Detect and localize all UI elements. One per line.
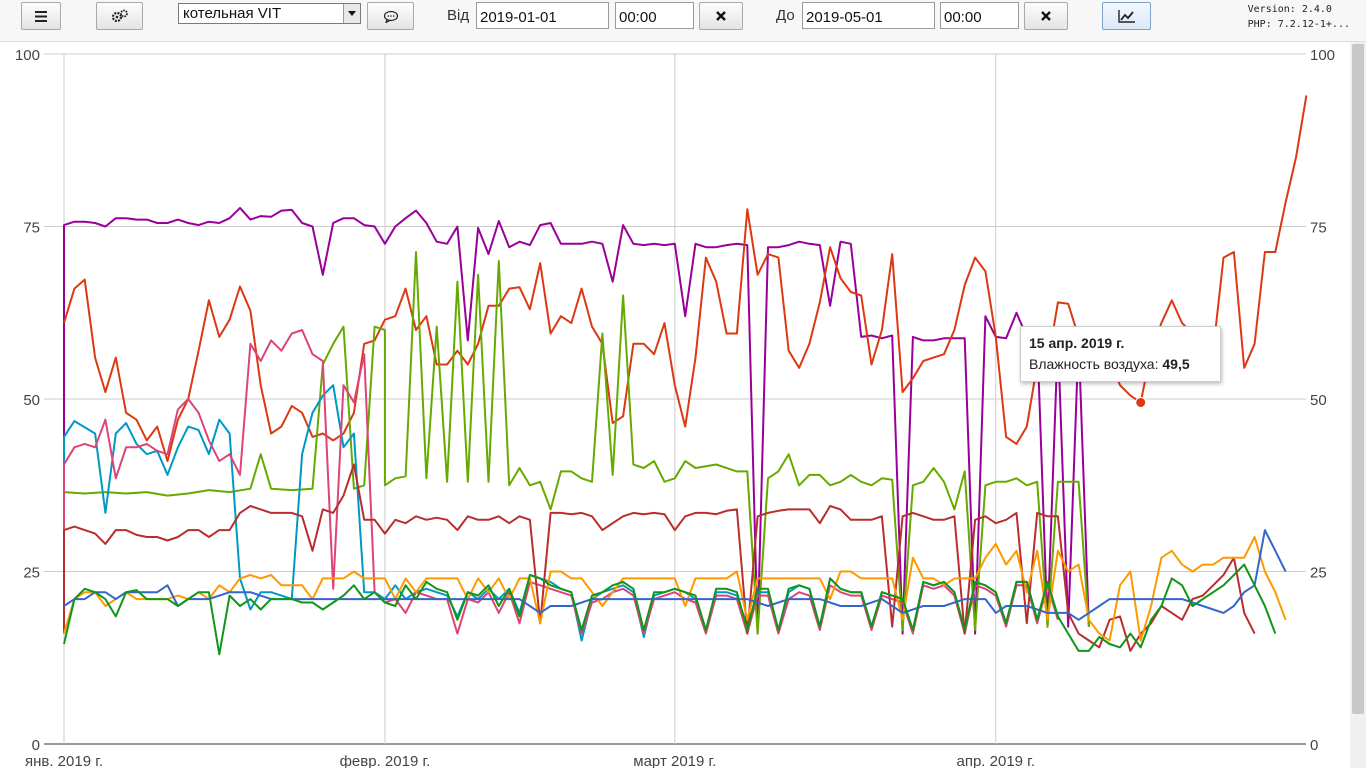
x-tick-label: февр. 2019 г.: [340, 753, 431, 768]
clear-to-button[interactable]: [1024, 2, 1068, 30]
object-select[interactable]: котельная VIT: [178, 3, 361, 24]
from-date-input[interactable]: [476, 2, 609, 29]
toolbar: котельная VIT Від До Version: 2.4.0: [0, 0, 1366, 42]
to-time-input[interactable]: [940, 2, 1019, 29]
menu-button[interactable]: [21, 2, 61, 30]
y-tick-label-left: 0: [32, 737, 40, 754]
y-tick-label-right: 75: [1310, 220, 1327, 237]
x-tick-label: янв. 2019 г.: [25, 753, 103, 768]
vertical-scrollbar[interactable]: [1350, 42, 1366, 768]
y-tick-label-right: 0: [1310, 737, 1318, 754]
object-select-value: котельная VIT: [183, 5, 282, 22]
to-date-input[interactable]: [802, 2, 935, 29]
chevron-down-icon[interactable]: [343, 4, 360, 23]
close-x-icon: [1041, 11, 1051, 21]
comment-button[interactable]: [367, 2, 414, 30]
line-chart: 0 0 25 25 50 50 75 75 100 100 янв. 2019 г. февр. 20…: [15, 47, 1335, 768]
version-info: Version: 2.4.0 PHP: 7.2.12-1+...: [1248, 2, 1350, 32]
series-line-2: [63, 95, 1308, 463]
chart-tooltip: 15 апр. 2019 г. Влажность воздуха: 49,5: [1020, 326, 1221, 382]
y-tick-label-right: 25: [1310, 565, 1327, 582]
php-version-text: PHP: 7.2.12-1+...: [1247, 19, 1350, 30]
tooltip-series-label: Влажность воздуха:: [1029, 356, 1159, 372]
speech-bubble-icon: [383, 10, 398, 23]
x-tick-label: апр. 2019 г.: [957, 753, 1036, 768]
y-tick-label-right: 100: [1310, 47, 1335, 64]
from-time-input[interactable]: [615, 2, 694, 29]
clear-from-button[interactable]: [699, 2, 743, 30]
show-chart-button[interactable]: [1102, 2, 1151, 30]
close-x-icon: [716, 11, 726, 21]
y-tick-label-left: 25: [23, 565, 40, 582]
tooltip-value: 49,5: [1162, 356, 1190, 372]
y-tick-label-left: 100: [15, 47, 40, 64]
chart-grid: [44, 53, 1306, 745]
y-tick-label-left: 75: [23, 220, 40, 237]
x-tick-label: март 2019 г.: [633, 753, 716, 768]
settings-button[interactable]: [96, 2, 143, 30]
to-label: До: [776, 7, 795, 24]
y-tick-label-left: 50: [23, 392, 40, 409]
scrollbar-thumb[interactable]: [1352, 44, 1364, 714]
chart-highlight: [1135, 396, 1147, 408]
hamburger-menu-icon: [35, 10, 47, 22]
highlighted-data-point[interactable]: [1135, 396, 1147, 408]
version-text: Version: 2.4.0: [1247, 4, 1332, 15]
from-label: Від: [447, 7, 470, 24]
y-tick-label-right: 50: [1310, 392, 1327, 409]
line-chart-icon: [1117, 10, 1135, 23]
series-line-1: [63, 206, 1090, 635]
series-line-6: [63, 463, 1256, 652]
tooltip-date: 15 апр. 2019 г.: [1029, 335, 1125, 351]
gears-icon: [111, 9, 128, 23]
